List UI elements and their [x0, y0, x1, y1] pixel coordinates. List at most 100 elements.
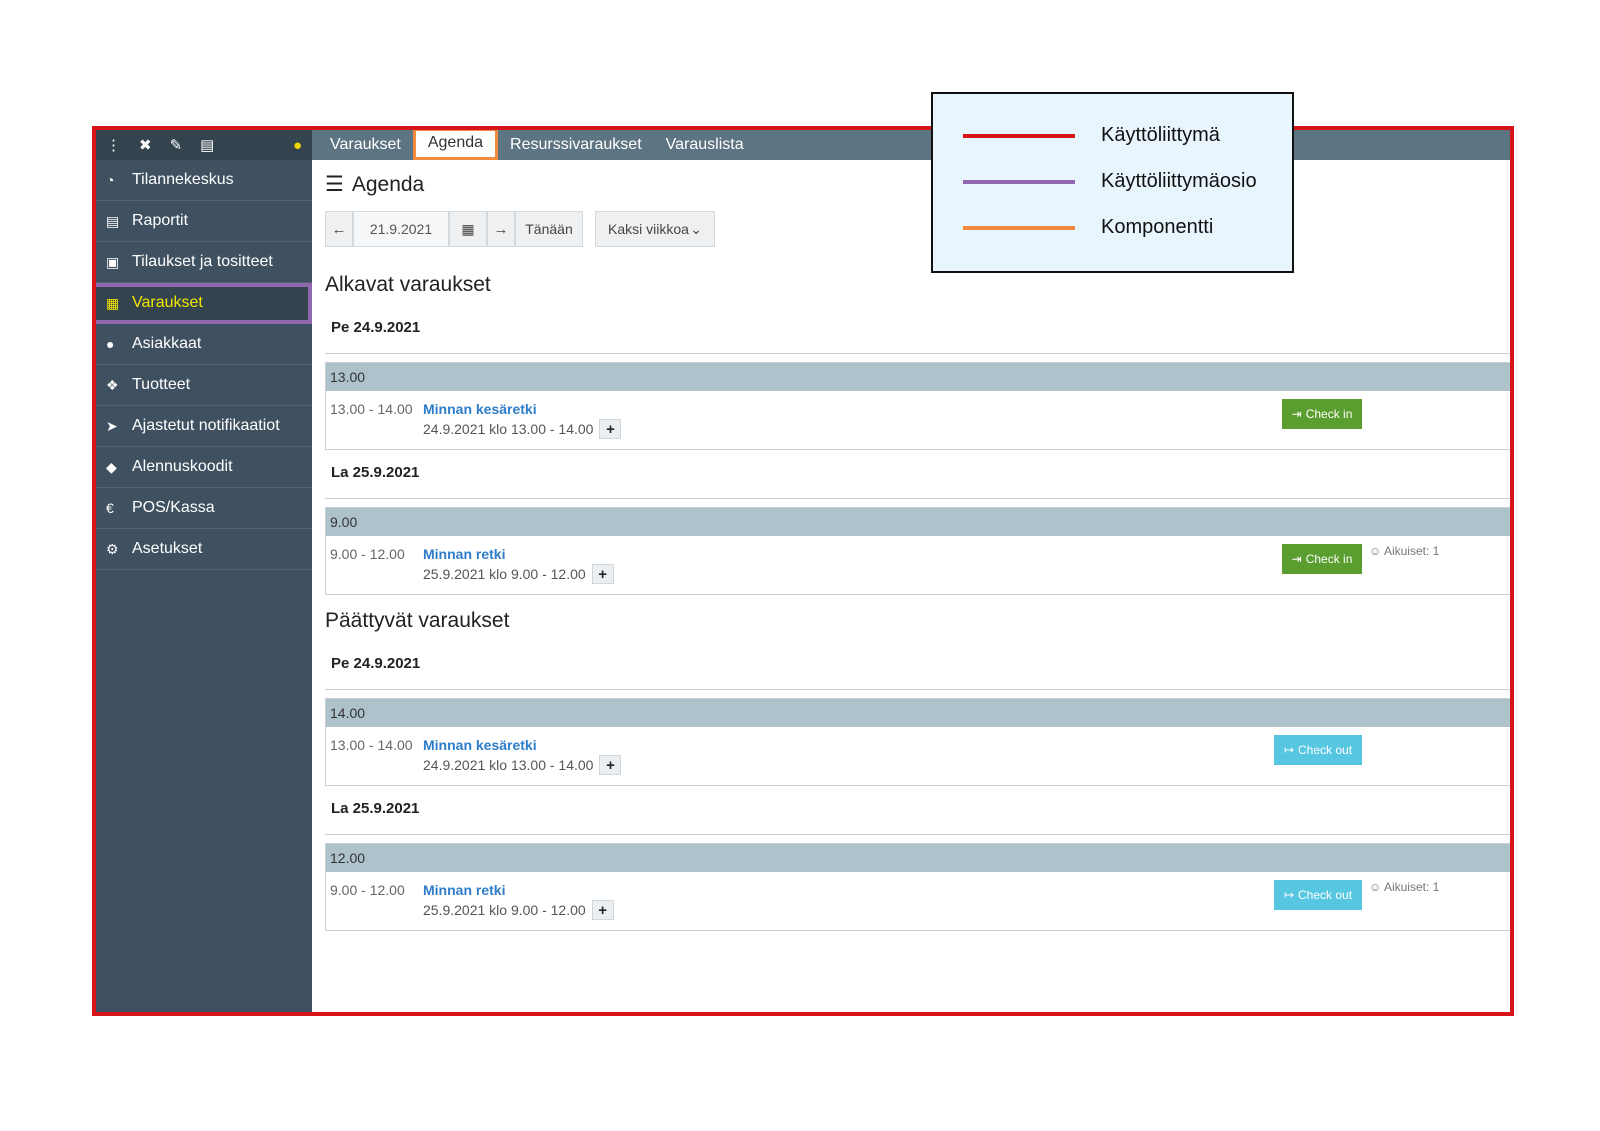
- sidebar-nav: ◔ Tilannekeskus ▤ Raportit ▣ Tilaukset ja tos…: [96, 160, 312, 570]
- sidebar-item-asetukset[interactable]: ⚙ Asetukset: [96, 529, 312, 570]
- legend-line: [963, 133, 1075, 138]
- date-toolbar: ← 21.9.2021 ▦ → Tänään Kaksi viikkoa ⌄: [325, 211, 1510, 247]
- legend-label: Komponentti: [1101, 216, 1214, 238]
- send-icon: ➤: [106, 417, 118, 434]
- arrow-left-icon: ←: [331, 220, 347, 238]
- tab-bar: Varaukset Agenda Resurssivaraukset Varausli…: [312, 130, 1510, 160]
- group-time-header: 14.00: [326, 699, 1510, 727]
- app-window: ⋮ ✖ ✎ ▤ ● ◔ Tilannekeskus ▤ Raportit ▣ Tilauk…: [92, 126, 1514, 1016]
- cubes-icon: ❖: [106, 376, 119, 393]
- day-heading: La 25.9.2021: [325, 464, 1510, 499]
- sidebar-item-tilannekeskus[interactable]: ◔ Tilannekeskus: [96, 160, 312, 201]
- sidebar-item-raportit[interactable]: ▤ Raportit: [96, 201, 312, 242]
- legend: Käyttöliittymä Käyttöliittymäosio Komponen…: [931, 92, 1294, 273]
- user-icon: ☺: [1369, 880, 1384, 894]
- sidebar-item-varaukset[interactable]: ▦ Varaukset: [96, 283, 312, 324]
- gear-icon: ⚙: [106, 540, 119, 557]
- sidebar-item-ajastetut-notifikaatiot[interactable]: ➤ Ajastetut notifikaatiot: [96, 406, 312, 447]
- booking-time: 9.00 - 12.00: [330, 882, 405, 898]
- chevron-down-icon: ⌄: [690, 220, 702, 237]
- legend-item: Käyttöliittymä: [963, 124, 1220, 147]
- booking-group: 12.00 9.00 - 12.00 Minnan retki 25.9.2021 k…: [325, 843, 1510, 931]
- expand-button[interactable]: +: [591, 900, 614, 920]
- tab-varauslista[interactable]: Varauslista: [654, 130, 756, 160]
- arrow-right-icon: →: [493, 220, 509, 238]
- check-out-button[interactable]: ↦ Check out: [1274, 735, 1362, 765]
- today-button[interactable]: Tänään: [515, 211, 583, 247]
- sidebar-item-alennuskoodit[interactable]: ◆ Alennuskoodit: [96, 447, 312, 488]
- day-heading: Pe 24.9.2021: [325, 655, 1510, 690]
- next-button[interactable]: →: [487, 211, 515, 247]
- main-content: ☰ Agenda ← 21.9.2021 ▦ → Tänään Kaksi vi…: [312, 160, 1510, 1012]
- action-label: Check out: [1298, 888, 1353, 902]
- tab-resurssivaraukset[interactable]: Resurssivaraukset: [498, 130, 654, 160]
- check-in-button[interactable]: ⇥ Check in: [1282, 399, 1362, 429]
- sidebar-item-label: Asiakkaat: [132, 335, 202, 352]
- calendar-icon: ▦: [106, 294, 120, 311]
- adults-count: ☺ Aikuiset: 1: [1369, 880, 1439, 894]
- action-label: Check in: [1305, 407, 1353, 421]
- sidebar-item-label: Asetukset: [132, 540, 203, 557]
- group-time-header: 9.00: [326, 508, 1510, 536]
- page-title-text: Agenda: [351, 172, 425, 196]
- legend-item: Käyttöliittymäosio: [963, 170, 1257, 193]
- range-select-value: Kaksi viikkoa: [608, 221, 689, 237]
- legend-label: Käyttöliittymä: [1101, 124, 1220, 146]
- booking-name-link[interactable]: Minnan retki: [423, 882, 505, 898]
- day-heading: La 25.9.2021: [325, 800, 1510, 835]
- screen-icon[interactable]: ▤: [200, 136, 214, 154]
- check-out-button[interactable]: ↦ Check out: [1274, 880, 1362, 910]
- sign-out-icon: ↦: [1283, 888, 1295, 902]
- tag-icon: ◆: [106, 458, 117, 475]
- sidebar-item-label: Tilaukset ja tositteet: [132, 253, 273, 270]
- tab-agenda[interactable]: Agenda: [412, 130, 499, 160]
- check-in-button[interactable]: ⇥ Check in: [1282, 544, 1362, 574]
- dashboard-icon: ◔: [106, 172, 115, 188]
- previous-button[interactable]: ←: [325, 211, 353, 247]
- expand-button[interactable]: +: [599, 755, 622, 775]
- page-title: ☰ Agenda: [325, 172, 1510, 197]
- sidebar-item-label: Raportit: [132, 212, 189, 229]
- booking-name-link[interactable]: Minnan kesäretki: [423, 737, 537, 753]
- book-icon: ▤: [106, 212, 120, 229]
- sidebar-item-tilaukset-ja-tositteet[interactable]: ▣ Tilaukset ja tositteet: [96, 242, 312, 283]
- booking-detail: 24.9.2021 klo 13.00 - 14.00 +: [423, 755, 622, 775]
- expand-button[interactable]: +: [591, 564, 614, 584]
- section-title: Päättyvät varaukset: [325, 609, 510, 632]
- sidebar-item-label: Tuotteet: [132, 376, 191, 393]
- sidebar-item-label: Ajastetut notifikaatiot: [132, 417, 280, 434]
- booking-detail-text: 24.9.2021 klo 13.00 - 14.00: [423, 421, 594, 437]
- action-label: Check in: [1305, 552, 1353, 566]
- booking-time: 13.00 - 14.00: [330, 401, 413, 417]
- date-input[interactable]: 21.9.2021: [353, 211, 449, 247]
- booking-detail: 25.9.2021 klo 9.00 - 12.00 +: [423, 900, 614, 920]
- group-time-header: 13.00: [326, 363, 1510, 391]
- action-label: Check out: [1298, 743, 1353, 757]
- edit-icon[interactable]: ✎: [170, 136, 183, 154]
- expand-button[interactable]: +: [599, 419, 622, 439]
- legend-line: [963, 179, 1075, 184]
- lock-icon[interactable]: ●: [293, 137, 302, 154]
- sign-in-icon: ⇥: [1291, 552, 1302, 566]
- sidebar: ⋮ ✖ ✎ ▤ ● ◔ Tilannekeskus ▤ Raportit ▣ Tilauk…: [96, 130, 312, 1012]
- adults-text: Aikuiset: 1: [1383, 880, 1440, 894]
- group-time-header: 12.00: [326, 844, 1510, 872]
- legend-label: Käyttöliittymäosio: [1101, 170, 1257, 192]
- range-select[interactable]: Kaksi viikkoa ⌄: [595, 211, 715, 247]
- sidebar-item-pos-kassa[interactable]: € POS/Kassa: [96, 488, 312, 529]
- user-icon: ☺: [1369, 544, 1384, 558]
- tab-varaukset[interactable]: Varaukset: [318, 130, 413, 160]
- more-vertical-icon[interactable]: ⋮: [106, 136, 121, 154]
- sign-out-icon: ↦: [1283, 743, 1295, 757]
- booking-group: 14.00 13.00 - 14.00 Minnan kesäretki 24.9.2…: [325, 698, 1510, 786]
- booking-name-link[interactable]: Minnan retki: [423, 546, 505, 562]
- fullscreen-icon[interactable]: ✖: [139, 136, 152, 154]
- booking-name-link[interactable]: Minnan kesäretki: [423, 401, 537, 417]
- adults-count: ☺ Aikuiset: 1: [1369, 544, 1439, 558]
- sidebar-item-tuotteet[interactable]: ❖ Tuotteet: [96, 365, 312, 406]
- calendar-button[interactable]: ▦: [449, 211, 487, 247]
- booking-detail-text: 25.9.2021 klo 9.00 - 12.00: [423, 902, 586, 918]
- sidebar-item-asiakkaat[interactable]: ● Asiakkaat: [96, 324, 312, 365]
- sidebar-item-label: POS/Kassa: [132, 499, 215, 516]
- calendar-icon: ▦: [461, 220, 475, 237]
